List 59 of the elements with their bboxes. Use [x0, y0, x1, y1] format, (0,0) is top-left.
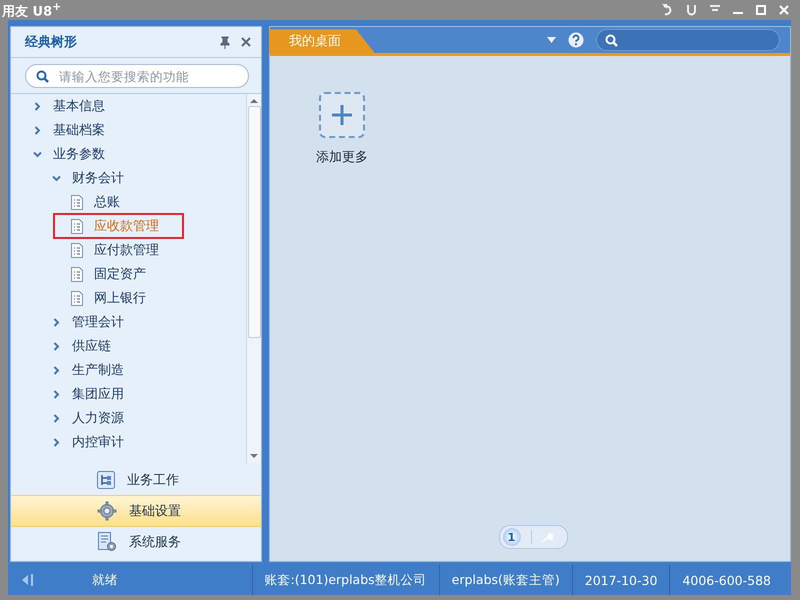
tree-item[interactable]: 业务参数	[50, 144, 108, 164]
tree-item[interactable]: 集团应用	[69, 384, 127, 404]
search-icon	[605, 34, 618, 47]
help-icon[interactable]	[568, 32, 584, 48]
tree-item[interactable]: 财务会计	[69, 168, 127, 188]
chevron-right-icon[interactable]	[52, 438, 61, 447]
refresh-icon[interactable]	[662, 4, 673, 16]
chevron-right-icon[interactable]	[52, 414, 61, 423]
nav-button[interactable]: 系统服务	[11, 527, 261, 558]
maximize-icon[interactable]	[756, 5, 766, 16]
document-icon	[71, 194, 83, 210]
tree-item[interactable]: 应付款管理	[91, 240, 162, 260]
scroll-down-icon[interactable]	[250, 453, 258, 460]
document-icon	[71, 242, 83, 258]
pin-icon[interactable]	[219, 36, 231, 49]
nav-button[interactable]: 业务工作	[11, 465, 261, 496]
scrollbar[interactable]	[246, 94, 261, 464]
tree-item[interactable]: 总账	[91, 192, 123, 212]
search-box[interactable]: 请输入您要搜索的功能	[25, 64, 249, 88]
chevron-right-icon[interactable]	[33, 102, 42, 111]
search-icon	[36, 70, 49, 83]
status-text: 就绪	[91, 570, 119, 589]
tree-item[interactable]: 管理会计	[69, 312, 127, 332]
tree-item[interactable]: 人力资源	[69, 408, 127, 428]
u-shape-icon[interactable]	[686, 4, 697, 16]
user-info: erplabs(账套主管)	[438, 565, 572, 596]
panel-title: 经典树形	[25, 34, 78, 52]
tree-item[interactable]: 基础档案	[50, 120, 108, 140]
tree-item[interactable]: 基本信息	[50, 96, 108, 116]
phone-number: 4006-600-588	[669, 565, 791, 596]
page-button[interactable]: 1	[502, 528, 520, 546]
chevron-right-icon[interactable]	[52, 366, 61, 375]
document-icon	[71, 290, 83, 306]
document-icon	[71, 218, 83, 234]
close-icon[interactable]	[241, 37, 251, 48]
chevron-right-icon[interactable]	[52, 342, 61, 351]
date-text: 2017-10-30	[572, 565, 670, 596]
tree-item[interactable]: 生产制造	[69, 360, 127, 380]
window-title: 用友 U8$^{+}$	[2, 0, 62, 20]
chevron-down-icon[interactable]	[52, 174, 61, 183]
tree-item[interactable]: 固定资产	[91, 264, 149, 284]
nav-button[interactable]: 基础设置	[11, 495, 261, 528]
search-input[interactable]: 请输入您要搜索的功能	[57, 68, 238, 85]
document-gear-icon	[97, 532, 117, 552]
plus-icon	[332, 105, 352, 126]
gear-icon	[97, 501, 117, 522]
tree-item[interactable]: 网上银行	[91, 288, 149, 308]
document-icon	[71, 266, 83, 282]
chevron-right-icon[interactable]	[33, 126, 42, 135]
tree-item[interactable]: 供应链	[69, 336, 114, 356]
tree-item[interactable]: 内控审计	[69, 432, 127, 452]
tree-chart-icon	[97, 471, 115, 490]
chevron-right-icon[interactable]	[52, 318, 61, 327]
collapse-icon[interactable]	[22, 574, 34, 586]
chevron-right-icon[interactable]	[52, 390, 61, 399]
chevron-down-icon[interactable]	[33, 150, 42, 159]
search-field[interactable]	[596, 29, 780, 52]
dropdown-icon[interactable]	[547, 37, 556, 44]
account-info: 账套:(101)erplabs整机公司	[252, 565, 439, 596]
